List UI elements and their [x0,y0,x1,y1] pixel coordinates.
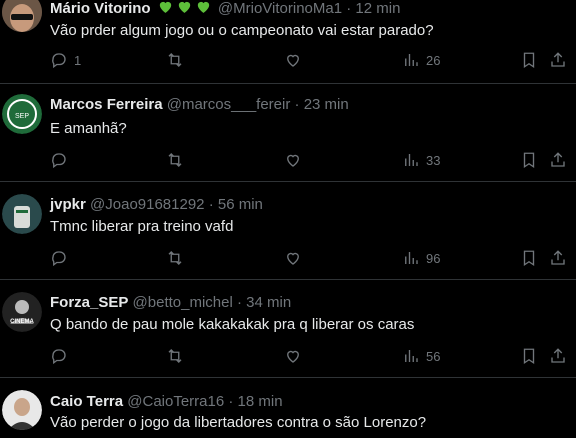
timestamp[interactable]: 23 min [304,96,349,113]
heart-icon [287,154,299,167]
green-heart-icon [159,1,171,13]
view-count: 96 [426,250,441,266]
green-heart-icon [197,1,209,13]
like-button[interactable] [284,248,302,268]
green-heart-icon [178,1,190,13]
share-icon [551,52,565,67]
retweet-button[interactable] [166,248,184,268]
tweet-2[interactable]: SEP Marcos Ferreira @marcos___fereir · 2… [0,84,576,182]
views-chart-icon [405,154,418,166]
heart-icon [287,54,299,67]
tweet-header: Caio Terra @CaioTerra16 · 18 min [50,393,283,410]
svg-text:SEP: SEP [15,113,29,120]
share-icon [551,348,565,363]
view-count: 26 [426,52,441,68]
share-button[interactable] [549,248,567,268]
avatar[interactable] [2,194,42,234]
handle[interactable]: @betto_michel [133,294,233,311]
tweet-4[interactable]: CINEMA Forza_SEP @betto_michel · 34 min … [0,280,576,378]
retweet-icon [168,349,182,363]
avatar[interactable] [2,0,42,32]
reply-button[interactable] [50,248,68,268]
display-name[interactable]: Marcos Ferreira [50,96,163,113]
heart-icon [287,350,299,363]
bookmark-button[interactable] [520,248,538,268]
handle[interactable]: @CaioTerra16 [127,393,224,410]
share-button[interactable] [549,346,567,366]
retweet-button[interactable] [166,50,184,70]
bookmark-button[interactable] [520,346,538,366]
separator: · [208,196,214,213]
bookmark-icon [523,250,535,267]
views-button[interactable]: 96 [402,248,440,268]
share-icon [551,250,565,265]
views-button[interactable]: 26 [402,50,440,70]
tweet-1[interactable]: Mário Vitorino @MrioVitorinoMa1 · 12 min… [0,0,576,84]
share-button[interactable] [549,150,567,170]
separator: · [237,294,242,311]
display-name[interactable]: jvpkr [50,196,86,213]
bookmark-button[interactable] [520,50,538,70]
separator: · [294,96,300,113]
views-chart-icon [405,54,418,66]
heart-icon [287,252,299,265]
like-button[interactable] [284,346,302,366]
avatar[interactable]: CINEMA [2,292,42,332]
display-name[interactable]: Caio Terra [50,393,123,410]
timestamp[interactable]: 34 min [246,294,291,311]
tweet-text: Vão prder algum jogo ou o campeonato vai… [50,22,434,39]
views-chart-icon [405,252,418,264]
bookmark-button[interactable] [520,150,538,170]
bookmark-icon [523,52,535,69]
handle[interactable]: @marcos___fereir [167,96,291,113]
timestamp[interactable]: 18 min [238,393,283,410]
bookmark-icon [523,348,535,365]
tweet-text: Q bando de pau mole kakakakak pra q libe… [50,316,415,333]
reply-button[interactable] [50,150,68,170]
display-name[interactable]: Mário Vitorino [50,0,151,17]
views-chart-icon [405,350,418,362]
views-button[interactable]: 56 [402,346,440,366]
avatar[interactable]: SEP [2,94,42,134]
tweet-header: Mário Vitorino @MrioVitorinoMa1 · 12 min [50,0,400,17]
views-button[interactable]: 33 [402,150,440,170]
like-button[interactable] [284,50,302,70]
retweet-icon [168,53,182,67]
tweet-text: Vão perder o jogo da libertadores contra… [50,414,427,431]
reply-button[interactable] [50,346,68,366]
tweet-header: jvpkr @Joao91681292 · 56 min [50,196,263,213]
view-count: 33 [426,152,441,168]
reply-icon [52,153,66,169]
avatar[interactable] [2,390,42,430]
share-button[interactable] [549,50,567,70]
reply-icon [52,349,66,365]
separator: · [228,393,234,410]
tweet-header: Forza_SEP @betto_michel · 34 min [50,294,291,311]
retweet-icon [168,153,182,167]
retweet-icon [168,251,182,265]
tweet-text: E amanhã? [50,120,127,137]
bookmark-icon [523,152,535,169]
timestamp[interactable]: 12 min [355,0,400,17]
tweet-5[interactable]: Caio Terra @CaioTerra16 · 18 min Vão per… [0,378,576,438]
green-hearts-emoji [157,0,212,15]
reply-icon [52,53,66,69]
reply-button[interactable]: 1 [50,50,81,70]
timestamp[interactable]: 56 min [218,196,263,213]
share-icon [551,152,565,167]
avatar-caption: CINEMA [10,319,34,325]
handle[interactable]: @Joao91681292 [90,196,205,213]
tweet-3[interactable]: jvpkr @Joao91681292 · 56 min Tmnc libera… [0,182,576,280]
retweet-button[interactable] [166,346,184,366]
tweet-header: Marcos Ferreira @marcos___fereir · 23 mi… [50,96,349,113]
display-name[interactable]: Forza_SEP [50,294,128,311]
view-count: 56 [426,348,441,364]
handle[interactable]: @MrioVitorinoMa1 [218,0,342,17]
separator: · [346,0,352,17]
reply-count: 1 [74,52,82,68]
retweet-button[interactable] [166,150,184,170]
reply-icon [52,251,66,267]
tweet-text: Tmnc liberar pra treino vafd [50,218,234,235]
like-button[interactable] [284,150,302,170]
